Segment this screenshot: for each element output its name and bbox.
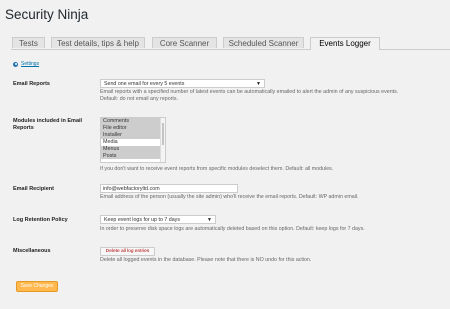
modules-scrollbar[interactable]: [160, 118, 165, 162]
email-reports-description: Email reports with a specified number of…: [100, 89, 398, 103]
misc-label: Miscellaneous: [13, 248, 51, 254]
settings-link-label[interactable]: Settings: [21, 61, 39, 67]
tab-bar: Tests Test details, tips & help Core Sca…: [11, 37, 450, 50]
modules-label-line2: Reports: [13, 125, 34, 131]
email-recipient-description: Email address of the person (usually the…: [100, 194, 359, 200]
email-reports-description-line2: Default: do not email any reports.: [100, 96, 179, 102]
module-option-file-editor[interactable]: File editor: [101, 124, 165, 132]
modules-label: Modules included in Email Reports: [13, 118, 82, 132]
log-retention-label: Log Retention Policy: [13, 217, 68, 223]
save-changes-button[interactable]: Save Changes: [16, 281, 58, 292]
log-retention-description: In order to preserve disk space logs are…: [100, 226, 365, 232]
email-reports-label: Email Reports: [13, 81, 50, 87]
gear-icon: [13, 61, 18, 67]
module-option-posts[interactable]: Posts: [101, 152, 165, 160]
module-option-menus[interactable]: Menus: [101, 145, 165, 153]
dropdown-arrow-icon: ▼: [256, 81, 261, 87]
scrollbar-thumb[interactable]: [161, 123, 164, 145]
module-option-comments[interactable]: Comments: [101, 118, 165, 125]
log-retention-select[interactable]: Keep event logs for up to 7 days ▼: [100, 215, 216, 224]
tab-tests[interactable]: Tests: [12, 37, 45, 48]
email-reports-select[interactable]: Send one email for every 5 events ▼: [100, 79, 265, 88]
module-option-media[interactable]: Media: [101, 139, 165, 146]
modules-label-line1: Modules included in Email: [13, 118, 83, 124]
email-recipient-input[interactable]: [100, 184, 238, 193]
email-reports-description-line1: Email reports with a specified number of…: [100, 89, 399, 95]
log-retention-select-value: Keep event logs for up to 7 days: [104, 217, 180, 223]
modules-listbox[interactable]: Comments File editor Installer Media Men…: [100, 117, 166, 163]
settings-link[interactable]: Settings: [13, 61, 39, 67]
tab-core-scanner[interactable]: Core Scanner: [152, 37, 217, 48]
email-reports-select-value: Send one email for every 5 events: [104, 81, 185, 87]
delete-log-entries-button[interactable]: Delete all log entries: [100, 247, 155, 256]
page-title: Security Ninja: [5, 7, 89, 22]
module-option-installer[interactable]: Installer: [101, 131, 165, 139]
modules-description: If you don't want to receive event repor…: [100, 166, 334, 172]
email-recipient-label: Email Recipient: [13, 186, 54, 192]
tab-test-details[interactable]: Test details, tips & help: [51, 37, 145, 48]
tab-events-logger[interactable]: Events Logger: [310, 37, 380, 50]
misc-description: Delete all logged events in the database…: [100, 257, 312, 263]
tab-scheduled-scanner[interactable]: Scheduled Scanner: [223, 37, 304, 48]
dropdown-arrow-icon: ▼: [207, 217, 212, 223]
